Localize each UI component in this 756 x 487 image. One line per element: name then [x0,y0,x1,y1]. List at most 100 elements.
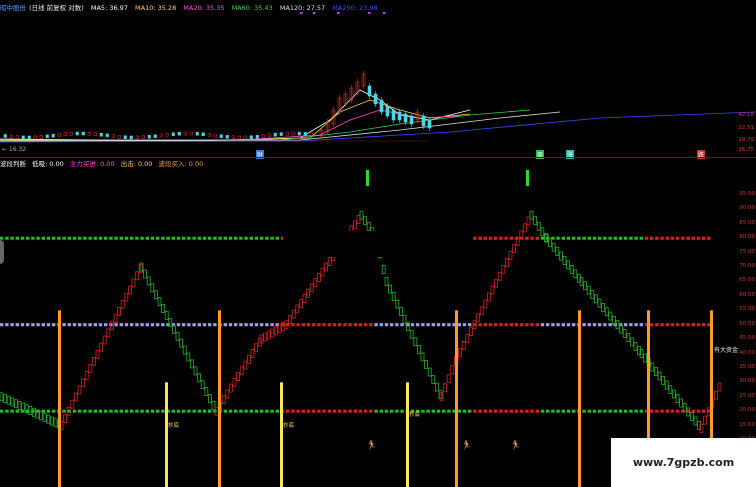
oscillator-bar [161,304,166,313]
yellow-signal-line [165,382,168,487]
level-dot-50 [41,323,45,327]
level-dot-50 [176,323,181,327]
indicator-name: 波段判断 [0,160,26,168]
indicator-axis-tick: 70.00 [739,263,755,270]
level-dot-50 [494,323,498,327]
candle [231,135,235,140]
level-dot-20 [561,409,565,413]
candle [195,132,199,136]
oscillator-bar [63,414,67,423]
indicator-axis-tick: 45.00 [739,335,755,342]
level-dot-50 [530,323,534,327]
level-dot-80 [130,236,134,240]
chart-mode: (日线 前复权 对数) [29,4,84,12]
level-dot-80 [707,236,711,240]
level-dot-20 [582,409,586,413]
level-dot-20 [390,409,394,413]
price-panel[interactable]: 昭中股份 (日线 前复权 对数) MA5: 36.97 MA10: 35.28 … [0,0,756,159]
oscillator-bar [622,328,627,338]
oscillator-bar [324,262,329,272]
level-dot-20 [587,409,591,413]
level-dot-20 [395,409,399,413]
oscillator-bar [207,394,212,403]
level-dot-50 [634,323,638,327]
level-dot-50 [374,323,378,327]
candle [117,134,121,139]
level-dot-20 [348,409,352,413]
level-dot-50 [244,323,248,327]
level-dot-20 [150,409,155,413]
oscillator-bar [273,326,278,336]
level-dot-50 [135,323,139,327]
oscillator-bar [446,374,451,384]
level-dot-80 [530,236,534,240]
level-dot-20 [504,409,508,413]
indicator-axis-tick: 90.00 [739,205,755,212]
field-dixi: 低吸: 0.00 [32,160,64,168]
oscillator-bar [175,331,180,341]
level-dot-50 [67,323,71,327]
level-dot-20 [676,409,680,413]
indicator-axis-tick: 50.00 [739,320,755,327]
level-dot-20 [660,409,664,413]
level-dot-80 [57,236,61,240]
level-dot-50 [156,323,160,327]
oscillator-bar [483,299,488,309]
level-dot-20 [234,409,238,413]
candle [279,132,283,136]
oscillator-bar [381,264,386,274]
level-dot-50 [702,323,706,327]
level-dot-20 [384,409,389,413]
oscillator-bar [650,362,655,372]
oscillator-bar [316,272,321,282]
level-dot-20 [254,409,259,413]
level-dot-80 [650,236,654,240]
oscillator-bar [146,276,151,286]
level-dot-80 [150,236,155,240]
level-dot-80 [20,236,25,240]
level-dot-20 [525,409,529,413]
level-dot-50 [166,323,170,327]
level-dot-50 [317,323,321,327]
level-dot-50 [93,323,97,327]
bottom-label: 抄底 [409,412,421,418]
level-dot-20 [270,409,274,413]
level-dot-20 [436,409,441,413]
indicator-axis-tick: 40.00 [739,349,755,356]
oscillator-bar [143,269,148,279]
level-dot-80 [488,236,493,240]
level-dot-50 [150,323,155,327]
candle [159,133,163,138]
oscillator-bar [657,371,662,381]
level-dot-50 [36,323,40,327]
blank-area [428,0,756,108]
level-dot-20 [400,409,404,413]
level-dot-50 [104,323,108,327]
oscillator-bar [302,294,307,303]
level-dot-80 [10,236,14,240]
level-dot-50 [20,323,25,327]
oscillator-bar [675,394,680,403]
candle [153,134,157,138]
oscillator-bar [6,395,11,405]
candle [403,113,408,123]
oscillator-bar [490,285,495,295]
candle [15,135,19,139]
level-dot-80 [46,236,51,240]
oscillator-bar [504,258,509,267]
level-dot-50 [400,323,404,327]
oscillator-bar [189,359,194,369]
level-dot-50 [608,323,612,327]
oscillator-bar [153,290,158,300]
level-dot-80 [104,236,108,240]
oscillator-bar [612,315,616,325]
level-dot-50 [130,323,134,327]
level-dot-50 [390,323,394,327]
oscillator-bar [106,328,111,338]
oscillator-bar [99,342,103,352]
level-dot-80 [254,236,259,240]
runner-icon: 🏃 [366,441,378,451]
side-handle[interactable] [0,240,4,264]
level-dot-80 [535,236,539,240]
level-dot-20 [104,409,108,413]
